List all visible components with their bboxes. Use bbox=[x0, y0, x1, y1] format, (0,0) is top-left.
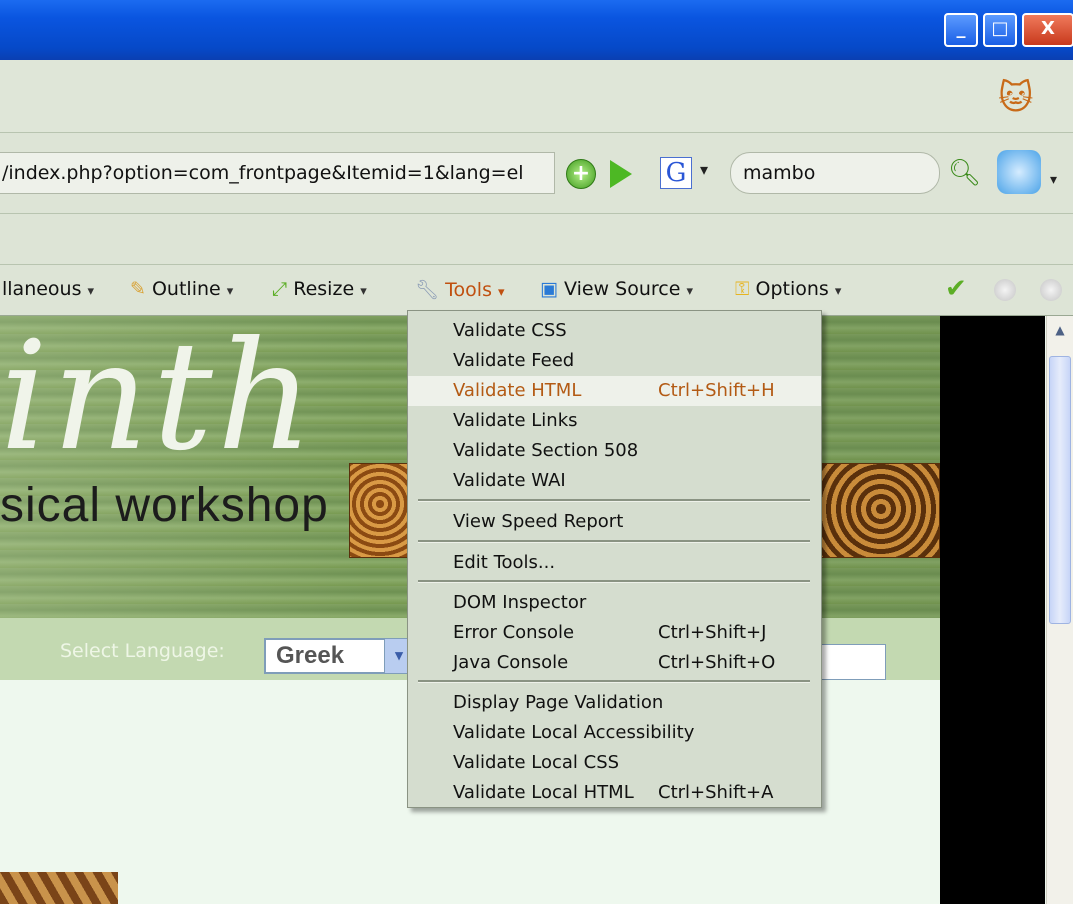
side-panel bbox=[940, 316, 1045, 904]
menu-item-validate-section-508[interactable]: Validate Section 508 bbox=[408, 436, 821, 466]
menu-item-label: DOM Inspector bbox=[453, 592, 587, 613]
view-source-label: View Source bbox=[564, 278, 681, 300]
menu-item-label: Validate Local HTML bbox=[453, 782, 634, 803]
menu-item-label: Validate Feed bbox=[453, 350, 575, 371]
status-dot-icon[interactable] bbox=[994, 279, 1016, 301]
menu-item-label: Display Page Validation bbox=[453, 692, 664, 713]
menu-item-edit-tools[interactable]: Edit Tools... bbox=[408, 548, 821, 578]
url-input[interactable]: /index.php?option=com_frontpage&Itemid=1… bbox=[0, 152, 555, 194]
window-title-bar bbox=[0, 0, 1073, 60]
menu-item-label: Validate CSS bbox=[453, 320, 567, 341]
menu-item-display-page-validation[interactable]: Display Page Validation bbox=[408, 688, 821, 718]
menu-separator bbox=[418, 680, 810, 683]
outline-label: Outline bbox=[151, 278, 221, 300]
menu-item-shortcut: Ctrl+Shift+H bbox=[658, 380, 775, 401]
menu-item-label: Java Console bbox=[453, 652, 569, 673]
resize-icon: ⤢ bbox=[272, 278, 288, 300]
resize-label: Resize bbox=[293, 278, 355, 300]
menu-item-label: Validate WAI bbox=[453, 470, 566, 491]
search-input[interactable]: mambo bbox=[730, 152, 940, 194]
view-source-icon: ▣ bbox=[540, 278, 558, 300]
miscellaneous-label: llaneous bbox=[2, 278, 82, 300]
tools-menu[interactable]: 🔧︎ Tools ▾ bbox=[415, 278, 505, 301]
menu-separator bbox=[418, 499, 810, 502]
cat-mascot-icon[interactable]: 🐱 bbox=[998, 78, 1033, 118]
menu-item-shortcut: Ctrl+Shift+O bbox=[658, 652, 776, 673]
thumbnail-image[interactable] bbox=[0, 872, 118, 904]
menu-item-validate-local-html[interactable]: Validate Local HTML Ctrl+Shift+A bbox=[408, 778, 821, 808]
validation-check-icon[interactable]: ✔ bbox=[945, 274, 967, 304]
menu-item-validate-local-css[interactable]: Validate Local CSS bbox=[408, 748, 821, 778]
menu-toolbar bbox=[0, 60, 1073, 133]
chevron-down-icon: ▾ bbox=[686, 284, 693, 299]
menu-item-validate-css[interactable]: Validate CSS bbox=[408, 316, 821, 346]
search-engine-dropdown-icon[interactable]: ▾ bbox=[700, 160, 708, 179]
menu-item-validate-links[interactable]: Validate Links bbox=[408, 406, 821, 436]
menu-item-label: Validate HTML bbox=[453, 380, 582, 401]
add-bookmark-button[interactable]: + bbox=[566, 159, 596, 189]
skype-icon[interactable] bbox=[997, 150, 1041, 194]
status-dot-icon[interactable] bbox=[1040, 279, 1062, 301]
chevron-down-icon: ▾ bbox=[360, 284, 367, 299]
menu-item-label: View Speed Report bbox=[453, 511, 624, 532]
menu-item-validate-html[interactable]: Validate HTML Ctrl+Shift+H bbox=[408, 376, 821, 406]
chevron-down-icon: ▾ bbox=[498, 285, 505, 300]
menu-item-java-console[interactable]: Java Console Ctrl+Shift+O bbox=[408, 648, 821, 678]
menu-item-label: Validate Local Accessibility bbox=[453, 722, 695, 743]
chevron-down-icon: ▾ bbox=[226, 284, 234, 299]
menu-separator bbox=[418, 580, 810, 583]
outline-menu[interactable]: ✎ Outline ▾ bbox=[130, 278, 233, 300]
tools-label: Tools bbox=[445, 279, 492, 301]
menu-item-shortcut: Ctrl+Shift+A bbox=[658, 782, 774, 803]
google-search-engine-icon[interactable]: G bbox=[660, 157, 692, 189]
menu-item-shortcut: Ctrl+Shift+J bbox=[658, 622, 767, 643]
scrollbar-thumb[interactable] bbox=[1049, 356, 1071, 624]
skype-dropdown-icon[interactable]: ▾ bbox=[1050, 172, 1057, 188]
scroll-up-icon[interactable]: ▲ bbox=[1048, 318, 1072, 342]
menu-item-validate-wai[interactable]: Validate WAI bbox=[408, 466, 821, 496]
menu-item-label: Validate Section 508 bbox=[453, 440, 639, 461]
select-language-label: Select Language: bbox=[60, 640, 225, 662]
language-value: Greek bbox=[276, 642, 345, 669]
tools-dropdown-menu: Validate CSS Validate Feed Validate HTML… bbox=[407, 310, 822, 808]
chevron-down-icon: ▾ bbox=[87, 284, 95, 299]
menu-item-label: Validate Local CSS bbox=[453, 752, 620, 773]
resize-menu[interactable]: ⤢ Resize ▾ bbox=[272, 278, 367, 300]
menu-item-view-speed-report[interactable]: View Speed Report bbox=[408, 507, 821, 537]
menu-item-validate-feed[interactable]: Validate Feed bbox=[408, 346, 821, 376]
instrument-image bbox=[820, 463, 940, 558]
miscellaneous-menu[interactable]: llaneous ▾ bbox=[2, 278, 94, 300]
go-button[interactable] bbox=[610, 160, 632, 188]
bookmarks-toolbar bbox=[0, 214, 1073, 265]
options-label: Options bbox=[755, 278, 829, 300]
options-menu[interactable]: ⚿ Options ▾ bbox=[735, 278, 841, 300]
menu-item-error-console[interactable]: Error Console Ctrl+Shift+J bbox=[408, 618, 821, 648]
site-logo-title: inth bbox=[0, 310, 318, 484]
menu-item-label: Error Console bbox=[453, 622, 575, 643]
language-select[interactable]: Greek ▾ bbox=[264, 638, 414, 674]
view-source-menu[interactable]: ▣ View Source ▾ bbox=[540, 278, 693, 300]
minimize-button[interactable]: _ bbox=[944, 13, 978, 47]
maximize-button[interactable]: □ bbox=[983, 13, 1017, 47]
menu-item-validate-local-accessibility[interactable]: Validate Local Accessibility bbox=[408, 718, 821, 748]
menu-separator bbox=[418, 540, 810, 543]
menu-item-label: Validate Links bbox=[453, 410, 578, 431]
site-subtitle: sical workshop bbox=[0, 479, 329, 532]
wrench-icon: 🔧︎ bbox=[415, 279, 440, 301]
close-button[interactable]: X bbox=[1022, 13, 1073, 47]
key-icon: ⚿ bbox=[735, 278, 750, 300]
menu-item-label: Edit Tools... bbox=[453, 552, 556, 573]
chevron-down-icon: ▾ bbox=[834, 284, 842, 299]
pencil-icon: ✎ bbox=[130, 278, 146, 300]
menu-item-dom-inspector[interactable]: DOM Inspector bbox=[408, 588, 821, 618]
search-icon[interactable]: 🔍︎ bbox=[948, 158, 981, 188]
